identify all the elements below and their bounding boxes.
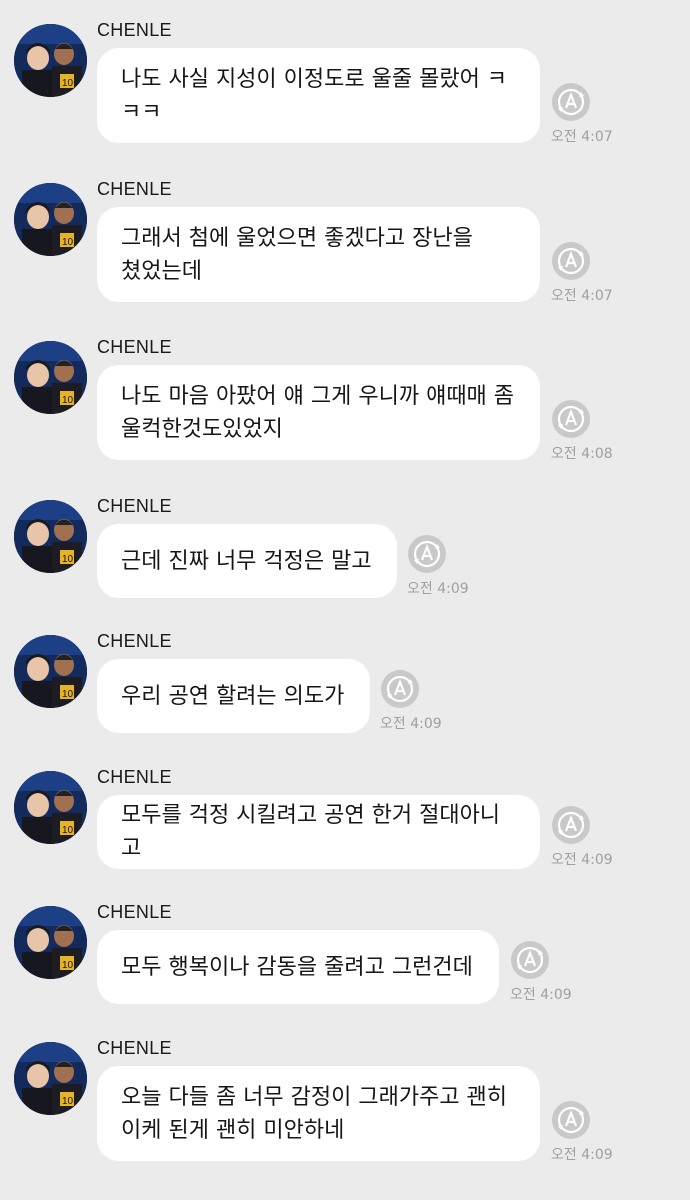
message-time: 오전 4:07 <box>551 129 613 145</box>
translate-icon[interactable] <box>551 82 591 122</box>
message-text: 모두 행복이나 감동을 줄려고 그런건데 <box>121 954 473 980</box>
svg-text:10: 10 <box>62 78 74 89</box>
svg-text:10: 10 <box>62 825 74 836</box>
message-text: 나도 사실 지성이 이정도로 울줄 몰랐어 ㅋ ㅋㅋ <box>121 66 508 125</box>
message-bubble[interactable]: 그래서 첨에 울었으면 좋겠다고 장난을 쳤었는데 <box>97 207 540 302</box>
translate-icon[interactable] <box>551 399 591 439</box>
message-time: 오전 4:07 <box>551 288 613 304</box>
message-time: 오전 4:09 <box>407 581 469 597</box>
translate-icon[interactable] <box>407 534 447 574</box>
message-text: 나도 마음 아팠어 얘 그게 우니까 얘때매 좀 울컥한것도있었지 <box>121 383 515 442</box>
translate-icon[interactable] <box>551 241 591 281</box>
message-bubble[interactable]: 모두 행복이나 감동을 줄려고 그런건데 <box>97 930 499 1004</box>
sender-name: CHENLE <box>97 179 172 199</box>
sender-name: CHENLE <box>97 20 172 40</box>
avatar[interactable]: 10 <box>14 183 87 256</box>
translate-icon[interactable] <box>551 805 591 845</box>
message-time: 오전 4:09 <box>510 987 572 1003</box>
sender-name: CHENLE <box>97 631 172 651</box>
avatar[interactable]: 10 <box>14 906 87 979</box>
avatar[interactable]: 10 <box>14 500 87 573</box>
avatar[interactable]: 10 <box>14 341 87 414</box>
message-time: 오전 4:09 <box>551 852 613 868</box>
svg-text:10: 10 <box>62 689 74 700</box>
message-bubble[interactable]: 나도 마음 아팠어 얘 그게 우니까 얘때매 좀 울컥한것도있었지 <box>97 365 540 460</box>
svg-text:10: 10 <box>62 395 74 406</box>
svg-text:10: 10 <box>62 554 74 565</box>
message-bubble[interactable]: 오늘 다들 좀 너무 감정이 그래가주고 괜히 이케 된게 괜히 미안하네 <box>97 1066 540 1161</box>
message-time: 오전 4:09 <box>551 1147 613 1163</box>
sender-name: CHENLE <box>97 902 172 922</box>
avatar[interactable]: 10 <box>14 771 87 844</box>
message-time: 오전 4:08 <box>551 446 613 462</box>
sender-name: CHENLE <box>97 767 172 787</box>
sender-name: CHENLE <box>97 1038 172 1058</box>
message-text: 모두를 걱정 시킬려고 공연 한거 절대아니고 <box>121 803 501 861</box>
message-bubble[interactable]: 우리 공연 할려는 의도가 <box>97 659 370 733</box>
message-text: 그래서 첨에 울었으면 좋겠다고 장난을 쳤었는데 <box>121 225 473 284</box>
avatar[interactable]: 10 <box>14 1042 87 1115</box>
svg-text:10: 10 <box>62 237 74 248</box>
message-bubble[interactable]: 나도 사실 지성이 이정도로 울줄 몰랐어 ㅋ ㅋㅋ <box>97 48 540 143</box>
sender-name: CHENLE <box>97 337 172 357</box>
message-time: 오전 4:09 <box>380 716 442 732</box>
avatar[interactable]: 10 <box>14 24 87 97</box>
svg-text:10: 10 <box>62 1096 74 1107</box>
message-bubble[interactable]: 모두를 걱정 시킬려고 공연 한거 절대아니고 <box>97 795 540 869</box>
translate-icon[interactable] <box>380 669 420 709</box>
translate-icon[interactable] <box>510 940 550 980</box>
message-text: 우리 공연 할려는 의도가 <box>121 683 345 709</box>
message-text: 오늘 다들 좀 너무 감정이 그래가주고 괜히 이케 된게 괜히 미안하네 <box>121 1084 508 1143</box>
message-bubble[interactable]: 근데 진짜 너무 걱정은 말고 <box>97 524 397 598</box>
svg-text:10: 10 <box>62 960 74 971</box>
sender-name: CHENLE <box>97 496 172 516</box>
message-text: 근데 진짜 너무 걱정은 말고 <box>121 548 372 574</box>
avatar[interactable]: 10 <box>14 635 87 708</box>
translate-icon[interactable] <box>551 1100 591 1140</box>
